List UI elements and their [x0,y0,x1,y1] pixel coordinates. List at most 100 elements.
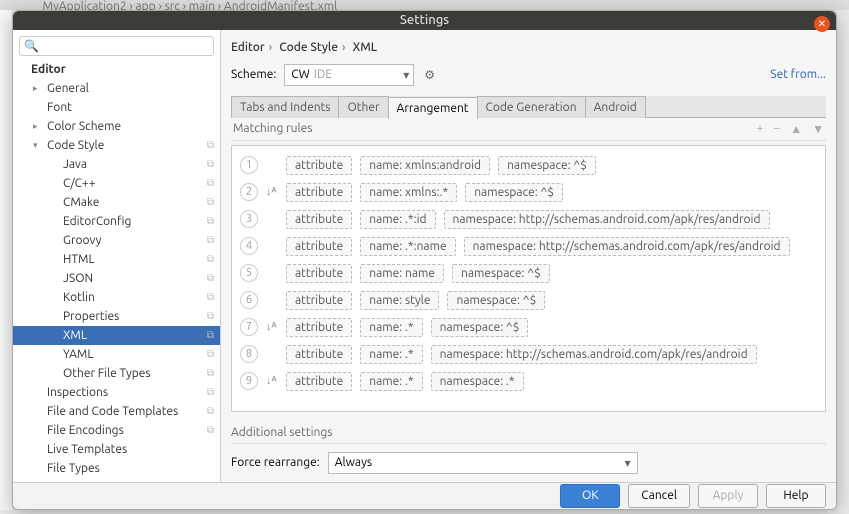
rule-number: 9 [240,372,258,390]
rule-row[interactable]: 2↓ᴬattributename: xmlns:.*namespace: ^$ [236,179,821,206]
rule-chip[interactable]: namespace: ^$ [465,183,563,202]
rule-chip[interactable]: attribute [286,183,352,202]
rule-chip[interactable]: name: style [360,291,439,310]
rule-chip[interactable]: attribute [286,237,352,256]
add-rule-icon[interactable]: + [757,122,764,136]
tree-item-json[interactable]: JSON⧉ [13,269,220,288]
rule-chip[interactable]: attribute [286,291,352,310]
tab-android[interactable]: Android [585,96,646,118]
breadcrumb-part: Code Style [279,41,338,54]
tree-item-label: Code Style [47,139,104,152]
rule-chip[interactable]: name: .* [360,372,422,391]
rule-chip[interactable]: attribute [286,264,352,283]
rule-chip[interactable]: namespace: http://schemas.android.com/ap… [444,210,770,229]
rule-chip[interactable]: namespace: http://schemas.android.com/ap… [464,237,790,256]
rule-chip[interactable]: attribute [286,156,352,175]
rules-list[interactable]: 1 attribute name: xmlns:android namespace: … [231,145,826,412]
tree-item-java[interactable]: Java⧉ [13,155,220,174]
tree-item-label: JSON [63,272,93,285]
rule-number: 5 [240,264,258,282]
remove-rule-icon[interactable]: − [773,122,780,136]
force-rearrange-select[interactable]: Always [328,452,638,474]
rule-chip[interactable]: attribute [286,345,352,364]
rule-chip[interactable]: namespace: ^$ [498,156,596,175]
rule-chip[interactable]: name: .*:name [360,237,455,256]
tab-arrangement[interactable]: Arrangement [388,97,478,119]
tree-item-font[interactable]: Font [13,98,220,117]
tree-item-xml[interactable]: XML⧉ [13,326,220,345]
set-from-link[interactable]: Set from... [770,68,826,81]
scheme-label: Scheme: [231,68,276,81]
rule-chip[interactable]: namespace: ^$ [452,264,550,283]
tree-item-label: Other File Types [63,367,151,380]
background-breadcrumb: MyApplication2 › app › src › main › Andr… [0,0,849,10]
tree-item-editor[interactable]: Editor [13,60,220,79]
rule-number: 7 [240,318,258,336]
tree-item-other-file-types[interactable]: Other File Types⧉ [13,364,220,383]
close-icon[interactable]: ✕ [814,16,830,32]
tree-item-code-style[interactable]: ▾Code Style⧉ [13,136,220,155]
tab-code-generation[interactable]: Code Generation [477,96,586,118]
rule-row[interactable]: 1 attribute name: xmlns:android namespace: … [236,152,821,179]
ok-button[interactable]: OK [560,484,620,508]
gear-icon[interactable]: ⚙ [424,68,435,82]
move-down-icon[interactable]: ▼ [812,122,824,136]
tree-item-inspections[interactable]: Inspections⧉ [13,383,220,402]
tree-item-groovy[interactable]: Groovy⧉ [13,231,220,250]
scope-badge-icon: ⧉ [207,196,214,208]
tree-item-cmake[interactable]: CMake⧉ [13,193,220,212]
tree-item-c-c-[interactable]: C/C++⧉ [13,174,220,193]
rule-chip[interactable]: namespace: ^$ [447,291,545,310]
rule-row[interactable]: 9↓ᴬattributename: .*namespace: .* [236,368,821,395]
rule-row[interactable]: 8attributename: .*namespace: http://sche… [236,341,821,368]
rule-row[interactable]: 7 ↓ᴬ attribute name: .* namespace: ^$ [236,314,821,341]
tab-tabs-and-indents[interactable]: Tabs and Indents [231,96,339,118]
search-input[interactable] [43,39,209,52]
rule-chip[interactable]: attribute [286,210,352,229]
tree-item-kotlin[interactable]: Kotlin⧉ [13,288,220,307]
tree-item-color-scheme[interactable]: ▸Color Scheme [13,117,220,136]
rule-chip[interactable]: namespace: .* [431,372,524,391]
settings-tree[interactable]: Editor▸GeneralFont▸Color Scheme▾Code Sty… [13,60,220,482]
cancel-button[interactable]: Cancel [628,484,690,508]
rule-row[interactable]: 3attributename: .*:idnamespace: http://s… [236,206,821,233]
tab-other[interactable]: Other [338,96,388,118]
tree-item-properties[interactable]: Properties⧉ [13,307,220,326]
rule-chip[interactable]: namespace: ^$ [431,318,529,337]
rule-chip[interactable]: name: .*:id [360,210,435,229]
scheme-select[interactable]: CW IDE [284,64,414,86]
rule-chip[interactable]: attribute [286,318,352,337]
search-input-wrapper[interactable]: 🔍 [19,36,214,56]
rule-number: 1 [240,156,258,174]
sidebar: 🔍 Editor▸GeneralFont▸Color Scheme▾Code S… [13,30,221,482]
tree-item-yaml[interactable]: YAML⧉ [13,345,220,364]
move-up-icon[interactable]: ▲ [790,122,802,136]
scope-badge-icon: ⧉ [207,405,214,417]
rule-chip[interactable]: name: xmlns:android [360,156,490,175]
rule-number: 6 [240,291,258,309]
help-button[interactable]: Help [766,484,826,508]
rule-row[interactable]: 6 attribute name: style namespace: ^$ [236,287,821,314]
apply-button[interactable]: Apply [698,484,758,508]
tree-item-file-types[interactable]: File Types [13,459,220,478]
tree-item-file-and-code-templates[interactable]: File and Code Templates⧉ [13,402,220,421]
tree-item-general[interactable]: ▸General [13,79,220,98]
sort-icon: ↓ᴬ [266,321,278,333]
tree-item-file-encodings[interactable]: File Encodings⧉ [13,421,220,440]
rule-chip[interactable]: name: name [360,264,444,283]
tree-item-live-templates[interactable]: Live Templates [13,440,220,459]
tree-item-label: EditorConfig [63,215,131,228]
rule-chip[interactable]: namespace: http://schemas.android.com/ap… [431,345,757,364]
tree-item-editorconfig[interactable]: EditorConfig⧉ [13,212,220,231]
rule-row[interactable]: 4attributename: .*:namenamespace: http:/… [236,233,821,260]
rule-row[interactable]: 5 attribute name: name namespace: ^$ [236,260,821,287]
rule-chip[interactable]: name: .* [360,318,422,337]
tree-item-label: Inspections [47,386,108,399]
tree-item-html[interactable]: HTML⧉ [13,250,220,269]
rule-chip[interactable]: name: .* [360,345,422,364]
tree-item-label: XML [63,329,87,342]
tree-item-label: Java [63,158,87,171]
scope-badge-icon: ⧉ [207,234,214,246]
rule-chip[interactable]: attribute [286,372,352,391]
rule-chip[interactable]: name: xmlns:.* [360,183,457,202]
